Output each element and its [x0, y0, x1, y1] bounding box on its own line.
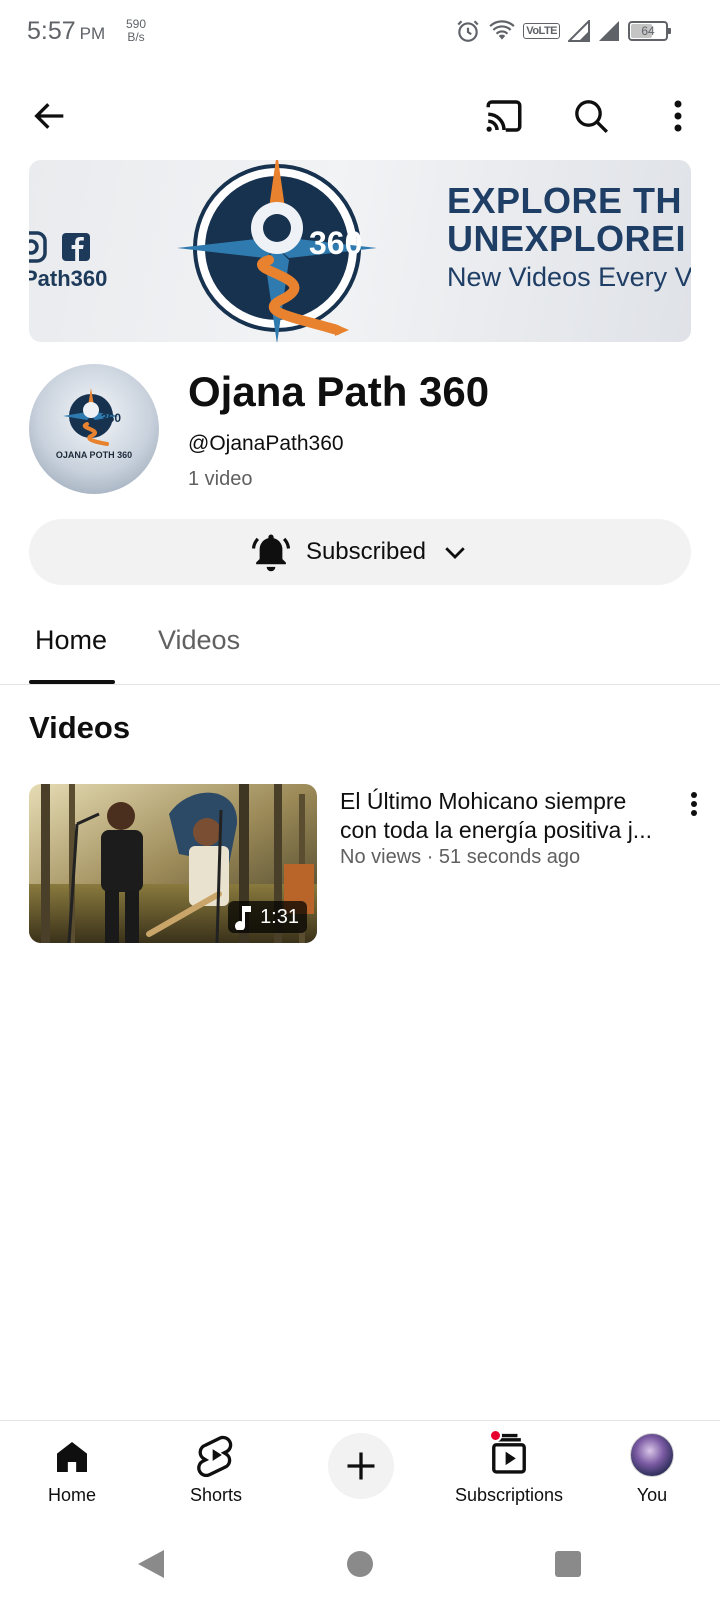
nav-subscriptions-label: Subscriptions: [454, 1485, 564, 1505]
subscribed-label: Subscribed: [305, 538, 427, 565]
bell-icon: [251, 534, 291, 572]
video-list-item[interactable]: 1:31 El Último Mohicano siempre con toda…: [29, 784, 709, 944]
status-bar: 5:57 PM 590 B/s VoLTE 64: [0, 0, 720, 64]
signal-icon: [568, 20, 590, 42]
clock-time: 5:57: [27, 17, 76, 45]
banner-headline-line-2: UNEXPLOREI: [447, 218, 687, 259]
plus-icon: [347, 1452, 375, 1480]
battery-level: 64: [641, 24, 655, 38]
video-title-line-1: El Último Mohicano siempre: [340, 788, 627, 814]
channel-avatar[interactable]: 360 OJANA POTH 360: [29, 364, 159, 494]
cast-button[interactable]: [476, 88, 532, 144]
network-speed: 590 B/s: [122, 18, 150, 44]
video-thumbnail[interactable]: 1:31: [29, 784, 317, 943]
banner-subline: New Videos Every V: [447, 262, 691, 292]
more-options-button[interactable]: [650, 88, 706, 144]
create-button[interactable]: [328, 1433, 394, 1499]
video-duration: 1:31: [260, 905, 299, 928]
network-speed-unit: B/s: [127, 30, 145, 44]
instagram-facebook-icons: [29, 231, 90, 263]
battery-icon: 64: [628, 21, 671, 41]
nav-shorts[interactable]: Shorts: [176, 1421, 256, 1527]
alarm-icon: [457, 20, 479, 42]
system-recents-icon[interactable]: [554, 1550, 582, 1578]
banner-handle: Path360: [29, 266, 108, 291]
channel-tabs: Home Videos: [0, 605, 720, 685]
shorts-icon: [197, 1435, 233, 1477]
clock-ampm: PM: [79, 24, 106, 43]
system-navigation: [0, 1526, 720, 1600]
cast-icon: [486, 100, 522, 132]
notification-dot: [489, 1429, 502, 1442]
video-more-button[interactable]: [679, 784, 709, 824]
avatar-caption: OJANA POTH 360: [55, 450, 133, 460]
nav-subscriptions[interactable]: Subscriptions: [444, 1421, 574, 1527]
nav-you[interactable]: You: [612, 1421, 692, 1527]
status-icons: VoLTE 64: [455, 18, 671, 44]
video-title-line-2: con toda la energía positiva j...: [340, 817, 652, 843]
status-time: 5:57 PM: [27, 17, 105, 46]
section-title-videos: Videos: [29, 710, 131, 745]
system-back-icon[interactable]: [136, 1548, 166, 1580]
avatar-logo-360: 360: [101, 411, 121, 425]
tab-selected-indicator: [29, 680, 115, 684]
compass-logo: 360: [177, 160, 377, 342]
channel-video-count: 1 video: [188, 468, 253, 490]
video-title[interactable]: El Último Mohicano siempre con toda la e…: [340, 787, 675, 845]
nav-home-label: Home: [47, 1485, 96, 1505]
video-duration-badge: 1:31: [228, 901, 307, 933]
more-vert-icon: [691, 792, 697, 816]
banner-logo-360: 360: [309, 225, 362, 261]
search-button[interactable]: [563, 88, 619, 144]
volte-icon: VoLTE: [523, 23, 560, 39]
avatar-compass-logo: 360: [63, 388, 121, 446]
top-app-bar: [0, 82, 720, 152]
tab-videos[interactable]: Videos: [158, 625, 240, 656]
system-home-icon[interactable]: [346, 1550, 374, 1578]
channel-name: Ojana Path 360: [188, 368, 490, 415]
channel-handle: @OjanaPath360: [188, 432, 344, 455]
nav-home[interactable]: Home: [32, 1421, 112, 1527]
bottom-navigation: Home Shorts Subscriptions You: [0, 1420, 720, 1526]
video-meta: No views · 51 seconds ago: [340, 846, 581, 868]
nav-you-label: You: [636, 1485, 668, 1505]
back-arrow-icon: [34, 103, 64, 129]
nav-shorts-label: Shorts: [189, 1485, 243, 1505]
wifi-icon: [489, 20, 515, 40]
you-avatar: [630, 1433, 674, 1477]
chevron-down-icon: [445, 547, 465, 559]
channel-banner: Path360 360 EXPLORE TH UNEXPLOREI New Vi…: [29, 160, 691, 342]
more-vert-icon: [674, 100, 682, 132]
subscribed-button[interactable]: Subscribed: [29, 519, 691, 585]
signal-icon: [599, 21, 619, 41]
tab-home[interactable]: Home: [35, 625, 107, 656]
back-button[interactable]: [22, 88, 78, 144]
search-icon: [575, 100, 609, 134]
banner-headline: EXPLORE TH UNEXPLOREI: [447, 182, 686, 258]
music-note-icon: [235, 906, 252, 930]
banner-headline-line-1: EXPLORE TH: [447, 180, 683, 221]
home-icon: [57, 1442, 87, 1472]
